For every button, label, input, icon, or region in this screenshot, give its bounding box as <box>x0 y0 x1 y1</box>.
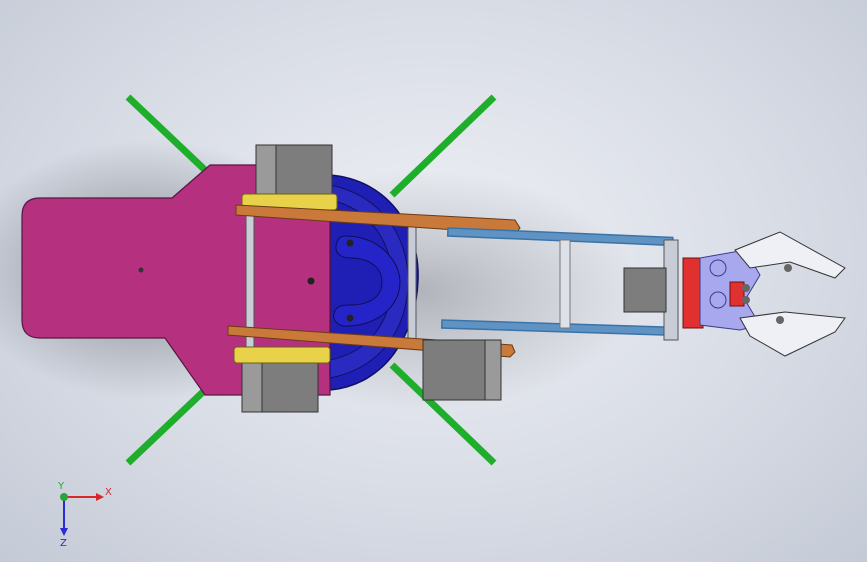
frame-bar-left <box>245 211 255 348</box>
view-orientation-triad: X Y Z <box>57 481 112 549</box>
triad-z-arrow <box>60 528 68 536</box>
slot-screw-1 <box>346 239 354 247</box>
gripper-pivot-1 <box>784 264 792 272</box>
gripper-pivot-2 <box>776 316 784 324</box>
gripper-gear-2 <box>709 291 727 309</box>
arm-cross-tube <box>559 239 571 329</box>
triad-y-label: Y <box>57 481 65 492</box>
gripper-finger-bottom <box>739 311 846 357</box>
plate-screw <box>307 277 315 285</box>
bracket-bottom <box>233 346 331 364</box>
gripper-red-tab <box>729 281 745 307</box>
gripper-gear-1 <box>709 259 727 277</box>
servo-bottom-cap <box>241 361 263 413</box>
servo-top-cap <box>255 144 277 196</box>
triad-x-arrow <box>96 493 104 501</box>
servo-wrist-body <box>623 267 667 313</box>
triad-z-label: Z <box>60 538 67 549</box>
leg-bottom-left <box>125 387 208 466</box>
gripper-pivot-4 <box>742 296 750 304</box>
triad-y-origin <box>60 493 68 501</box>
slot-screw-2 <box>346 314 354 322</box>
frame-bar-right <box>407 224 417 341</box>
servo-elbow-cap <box>484 339 502 401</box>
3d-viewport[interactable]: X Y Z <box>0 0 867 562</box>
servo-elbow-body <box>422 339 492 401</box>
gripper-pivot-3 <box>742 284 750 292</box>
triad-x-label: X <box>105 487 112 498</box>
robot-arm-model[interactable]: X Y Z <box>0 0 867 562</box>
gripper <box>682 231 846 357</box>
base-screw <box>138 267 144 273</box>
